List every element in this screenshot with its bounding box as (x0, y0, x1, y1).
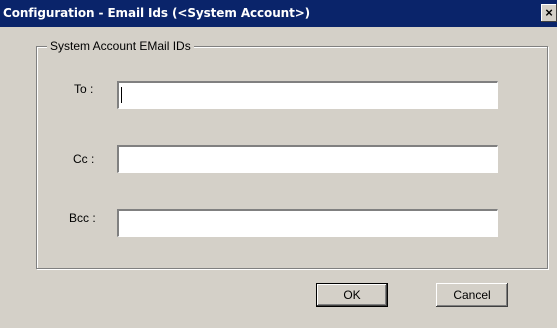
window-title: Configuration - Email Ids (<System Accou… (3, 6, 311, 20)
ok-button[interactable]: OK (316, 283, 388, 307)
cc-field[interactable] (117, 145, 498, 173)
text-caret (121, 87, 122, 103)
groupbox-label: System Account EMail IDs (47, 39, 194, 53)
title-bar[interactable]: Configuration - Email Ids (<System Accou… (0, 0, 557, 27)
close-button[interactable]: × (541, 4, 557, 22)
bcc-field[interactable] (117, 209, 498, 237)
bcc-label: Bcc : (69, 211, 96, 225)
to-label: To : (74, 82, 94, 96)
close-icon: × (545, 5, 553, 20)
cc-label: Cc : (73, 152, 95, 166)
config-email-dialog: Configuration - Email Ids (<System Accou… (0, 0, 557, 328)
to-field[interactable] (117, 81, 498, 109)
cancel-button[interactable]: Cancel (436, 283, 508, 307)
